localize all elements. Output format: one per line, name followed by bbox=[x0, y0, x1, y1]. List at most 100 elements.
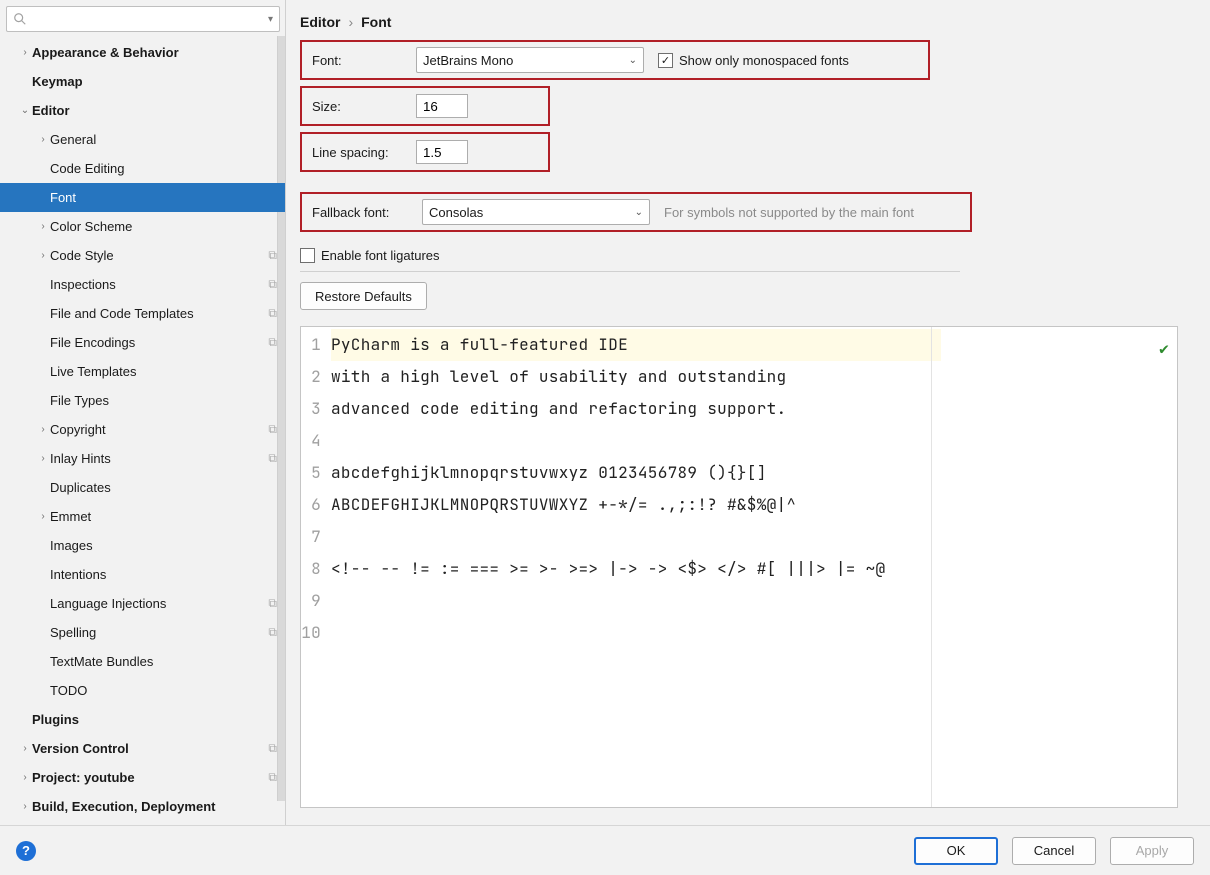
sidebar-item-keymap[interactable]: Keymap bbox=[0, 67, 285, 96]
spacer bbox=[36, 278, 50, 292]
cancel-button[interactable]: Cancel bbox=[1012, 837, 1096, 865]
sidebar-item-label: Duplicates bbox=[50, 480, 277, 495]
sidebar-item-code-editing[interactable]: Code Editing bbox=[0, 154, 285, 183]
fallback-hint: For symbols not supported by the main fo… bbox=[664, 205, 914, 220]
sidebar-item-textmate-bundles[interactable]: TextMate Bundles bbox=[0, 647, 285, 676]
sidebar-item-todo[interactable]: TODO bbox=[0, 676, 285, 705]
sidebar-item-label: TODO bbox=[50, 683, 277, 698]
show-monospaced-label: Show only monospaced fonts bbox=[679, 53, 849, 68]
chevron-down-icon[interactable]: ▾ bbox=[268, 14, 273, 25]
apply-button[interactable]: Apply bbox=[1110, 837, 1194, 865]
spacer bbox=[36, 162, 50, 176]
chevron-right-icon[interactable]: › bbox=[36, 452, 50, 466]
sidebar-item-file-and-code-templates[interactable]: File and Code Templates⧉ bbox=[0, 299, 285, 328]
scope-icon: ⧉ bbox=[268, 248, 277, 263]
sidebar-item-intentions[interactable]: Intentions bbox=[0, 560, 285, 589]
settings-search[interactable]: ▾ bbox=[6, 6, 280, 32]
code-area[interactable]: PyCharm is a full-featured IDEwith a hig… bbox=[325, 327, 1177, 807]
chevron-right-icon[interactable]: › bbox=[36, 220, 50, 234]
code-line: <!-- -- != := === >= >- >=> |-> -> <$> <… bbox=[331, 553, 1177, 585]
spacer bbox=[36, 365, 50, 379]
settings-tree[interactable]: ›Appearance & BehaviorKeymap⌄Editor›Gene… bbox=[0, 36, 285, 825]
sidebar-item-label: Emmet bbox=[50, 509, 277, 524]
size-input[interactable] bbox=[416, 94, 468, 118]
scope-icon: ⧉ bbox=[268, 306, 277, 321]
font-row-highlight: Font: JetBrains Mono ⌄ ✓ Show only monos… bbox=[300, 40, 930, 80]
sidebar-item-file-types[interactable]: File Types bbox=[0, 386, 285, 415]
help-button[interactable]: ? bbox=[16, 841, 36, 861]
chevron-down-icon: ⌄ bbox=[635, 207, 643, 218]
code-line: with a high level of usability and outst… bbox=[331, 361, 1177, 393]
font-preview-editor[interactable]: 12345678910 PyCharm is a full-featured I… bbox=[300, 326, 1178, 808]
spacer bbox=[18, 75, 32, 89]
sidebar-item-font[interactable]: Font bbox=[0, 183, 285, 212]
sidebar-item-label: Intentions bbox=[50, 567, 277, 582]
restore-defaults-button[interactable]: Restore Defaults bbox=[300, 282, 427, 310]
sidebar-item-appearance-behavior[interactable]: ›Appearance & Behavior bbox=[0, 38, 285, 67]
sidebar-item-plugins[interactable]: Plugins bbox=[0, 705, 285, 734]
chevron-right-icon[interactable]: › bbox=[36, 133, 50, 147]
sidebar-item-spelling[interactable]: Spelling⧉ bbox=[0, 618, 285, 647]
line-spacing-label: Line spacing: bbox=[312, 145, 402, 160]
sidebar-item-inlay-hints[interactable]: ›Inlay Hints⧉ bbox=[0, 444, 285, 473]
sidebar-item-general[interactable]: ›General bbox=[0, 125, 285, 154]
sidebar-item-language-injections[interactable]: Language Injections ⧉ bbox=[0, 589, 285, 618]
chevron-right-icon[interactable]: › bbox=[18, 800, 32, 814]
scope-icon: ⧉ bbox=[268, 625, 277, 640]
chevron-right-icon[interactable]: › bbox=[18, 771, 32, 785]
chevron-right-icon[interactable]: › bbox=[18, 742, 32, 756]
sidebar-item-code-style[interactable]: ›Code Style⧉ bbox=[0, 241, 285, 270]
sidebar-item-color-scheme[interactable]: ›Color Scheme bbox=[0, 212, 285, 241]
line-spacing-row-highlight: Line spacing: bbox=[300, 132, 550, 172]
scope-icon: ⧉ bbox=[268, 770, 277, 785]
sidebar-item-editor[interactable]: ⌄Editor bbox=[0, 96, 285, 125]
sidebar-item-copyright[interactable]: ›Copyright⧉ bbox=[0, 415, 285, 444]
font-select-value: JetBrains Mono bbox=[423, 53, 513, 68]
size-row-highlight: Size: bbox=[300, 86, 550, 126]
line-number: 3 bbox=[301, 393, 321, 425]
checkbox-icon: ✓ bbox=[658, 53, 673, 68]
fallback-row-highlight: Fallback font: Consolas ⌄ For symbols no… bbox=[300, 192, 972, 232]
chevron-right-icon[interactable]: › bbox=[36, 423, 50, 437]
sidebar-item-label: Images bbox=[50, 538, 277, 553]
line-spacing-input[interactable] bbox=[416, 140, 468, 164]
chevron-right-icon[interactable]: › bbox=[36, 510, 50, 524]
settings-sidebar: ▾ ›Appearance & BehaviorKeymap⌄Editor›Ge… bbox=[0, 0, 286, 825]
fallback-select[interactable]: Consolas ⌄ bbox=[422, 199, 650, 225]
chevron-right-icon[interactable]: › bbox=[18, 46, 32, 60]
divider bbox=[300, 271, 960, 272]
spacer bbox=[36, 394, 50, 408]
spacer bbox=[36, 336, 50, 350]
font-select[interactable]: JetBrains Mono ⌄ bbox=[416, 47, 644, 73]
search-input[interactable] bbox=[31, 12, 264, 27]
scope-icon: ⧉ bbox=[268, 596, 277, 611]
ok-button[interactable]: OK bbox=[914, 837, 998, 865]
sidebar-item-label: Appearance & Behavior bbox=[32, 45, 277, 60]
sidebar-item-project-youtube[interactable]: ›Project: youtube⧉ bbox=[0, 763, 285, 792]
ligatures-checkbox[interactable]: Enable font ligatures bbox=[300, 248, 440, 263]
sidebar-item-label: General bbox=[50, 132, 277, 147]
chevron-down-icon[interactable]: ⌄ bbox=[18, 104, 32, 118]
sidebar-item-inspections[interactable]: Inspections⧉ bbox=[0, 270, 285, 299]
sidebar-item-file-encodings[interactable]: File Encodings⧉ bbox=[0, 328, 285, 357]
show-monospaced-checkbox[interactable]: ✓ Show only monospaced fonts bbox=[658, 53, 849, 68]
sidebar-item-build-execution-deployment[interactable]: ›Build, Execution, Deployment bbox=[0, 792, 285, 821]
code-line bbox=[331, 425, 1177, 457]
sidebar-item-label: Font bbox=[50, 190, 277, 205]
dialog-footer: ? OK Cancel Apply bbox=[0, 825, 1210, 875]
sidebar-item-emmet[interactable]: ›Emmet bbox=[0, 502, 285, 531]
line-number: 2 bbox=[301, 361, 321, 393]
sidebar-item-label: Version Control bbox=[32, 741, 264, 756]
chevron-right-icon[interactable]: › bbox=[36, 249, 50, 263]
sidebar-item-label: Language Injections bbox=[50, 596, 264, 611]
spacer bbox=[36, 684, 50, 698]
breadcrumb-parent[interactable]: Editor bbox=[300, 14, 340, 30]
sidebar-item-version-control[interactable]: ›Version Control⧉ bbox=[0, 734, 285, 763]
sidebar-item-images[interactable]: Images bbox=[0, 531, 285, 560]
chevron-down-icon: ⌄ bbox=[629, 55, 637, 66]
spacer bbox=[18, 713, 32, 727]
size-label: Size: bbox=[312, 99, 402, 114]
search-icon bbox=[13, 12, 27, 26]
sidebar-item-duplicates[interactable]: Duplicates bbox=[0, 473, 285, 502]
sidebar-item-live-templates[interactable]: Live Templates bbox=[0, 357, 285, 386]
